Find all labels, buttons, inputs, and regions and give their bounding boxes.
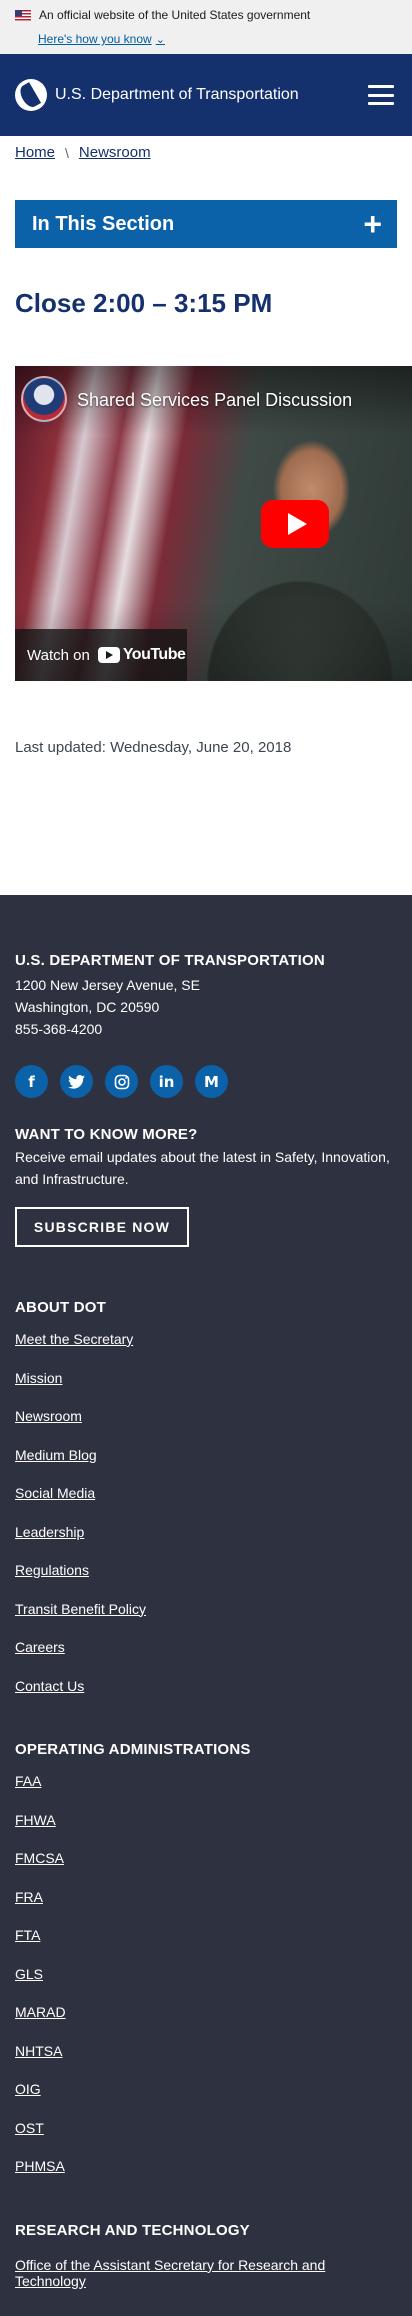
dot-logo-icon[interactable] xyxy=(15,79,47,111)
footer-link-meet-the-secretary[interactable]: Meet the Secretary xyxy=(15,1331,133,1347)
research-technology-links: Office of the Assistant Secretary for Re… xyxy=(15,2257,397,2291)
footer-link-ost-r[interactable]: Office of the Assistant Secretary for Re… xyxy=(15,2257,325,2289)
gov-banner: An official website of the United States… xyxy=(0,0,412,54)
about-dot-heading: ABOUT DOT xyxy=(15,1299,106,1316)
us-flag-icon xyxy=(15,9,31,21)
footer-link-newsroom[interactable]: Newsroom xyxy=(15,1408,82,1424)
twitter-icon[interactable] xyxy=(60,1065,93,1098)
youtube-logo-icon: YouTube xyxy=(97,646,186,664)
operating-administrations-heading: OPERATING ADMINISTRATIONS xyxy=(15,1741,251,1758)
official-website-text: An official website of the United States… xyxy=(39,8,311,22)
chevron-down-icon: ⌄ xyxy=(155,33,165,46)
about-dot-links: Meet the Secretary Mission Newsroom Medi… xyxy=(15,1331,397,1716)
list-item: OIG xyxy=(15,2081,397,2120)
list-item: Regulations xyxy=(15,1562,397,1601)
breadcrumb-newsroom[interactable]: Newsroom xyxy=(79,144,151,161)
list-item: Careers xyxy=(15,1639,397,1678)
video-title[interactable]: Shared Services Panel Discussion xyxy=(77,390,352,411)
address-line-2: Washington, DC 20590 xyxy=(15,999,160,1015)
list-item: Social Media xyxy=(15,1485,397,1524)
video-embed[interactable]: Shared Services Panel Discussion Watch o… xyxy=(15,366,412,681)
watch-on-label: Watch on xyxy=(27,646,90,664)
footer-link-contact-us[interactable]: Contact Us xyxy=(15,1678,84,1694)
how-you-know-link[interactable]: Here's how you know xyxy=(38,32,152,46)
last-updated: Last updated: Wednesday, June 20, 2018 xyxy=(15,739,292,756)
list-item: FMCSA xyxy=(15,1850,397,1889)
breadcrumb-home[interactable]: Home xyxy=(15,144,55,161)
footer-link-fhwa[interactable]: FHWA xyxy=(15,1812,56,1828)
how-you-know-toggle[interactable]: Here's how you know ⌄ xyxy=(15,32,397,46)
footer-link-medium-blog[interactable]: Medium Blog xyxy=(15,1447,97,1463)
want-to-know-heading: WANT TO KNOW MORE? xyxy=(15,1126,198,1143)
footer-link-ost[interactable]: OST xyxy=(15,2120,44,2136)
list-item: Transit Benefit Policy xyxy=(15,1601,397,1640)
address-line-1: 1200 New Jersey Avenue, SE xyxy=(15,977,200,993)
footer-link-marad[interactable]: MARAD xyxy=(15,2004,66,2020)
list-item: MARAD xyxy=(15,2004,397,2043)
footer-link-leadership[interactable]: Leadership xyxy=(15,1524,84,1540)
footer-dept-name: U.S. DEPARTMENT OF TRANSPORTATION xyxy=(15,952,325,969)
footer-link-regulations[interactable]: Regulations xyxy=(15,1562,89,1578)
footer-link-transit-benefit-policy[interactable]: Transit Benefit Policy xyxy=(15,1601,146,1617)
footer-link-social-media[interactable]: Social Media xyxy=(15,1485,95,1501)
footer-link-careers[interactable]: Careers xyxy=(15,1639,65,1655)
list-item: GLS xyxy=(15,1966,397,2005)
footer-link-fta[interactable]: FTA xyxy=(15,1927,40,1943)
list-item: FTA xyxy=(15,1927,397,1966)
breadcrumb: Home \ Newsroom xyxy=(0,136,412,162)
footer-link-fmcsa[interactable]: FMCSA xyxy=(15,1850,64,1866)
footer-link-phmsa[interactable]: PHMSA xyxy=(15,2158,65,2174)
operating-administrations-links: FAA FHWA FMCSA FRA FTA GLS MARAD NHTSA O… xyxy=(15,1773,397,2197)
social-links: f in M xyxy=(15,1065,397,1098)
list-item: PHMSA xyxy=(15,2158,397,2197)
want-to-know-text: Receive email updates about the latest i… xyxy=(15,1149,390,1187)
footer-link-mission[interactable]: Mission xyxy=(15,1370,62,1386)
subscribe-button[interactable]: SUBSCRIBE NOW xyxy=(15,1207,189,1247)
list-item: FHWA xyxy=(15,1812,397,1851)
list-item: FAA xyxy=(15,1773,397,1812)
in-this-section-toggle[interactable]: In This Section + xyxy=(15,200,397,248)
site-footer: U.S. DEPARTMENT OF TRANSPORTATION 1200 N… xyxy=(0,895,412,2316)
linkedin-icon[interactable]: in xyxy=(150,1065,183,1098)
list-item: Office of the Assistant Secretary for Re… xyxy=(15,2257,397,2291)
channel-avatar-icon[interactable] xyxy=(21,376,67,422)
research-technology-heading: RESEARCH AND TECHNOLOGY xyxy=(15,2221,250,2239)
play-button[interactable] xyxy=(261,500,329,548)
list-item: Contact Us xyxy=(15,1678,397,1717)
breadcrumb-separator: \ xyxy=(65,144,69,161)
youtube-label: YouTube xyxy=(122,646,186,663)
list-item: Newsroom xyxy=(15,1408,397,1447)
footer-link-gls[interactable]: GLS xyxy=(15,1966,43,1982)
instagram-icon[interactable] xyxy=(105,1065,138,1098)
list-item: Leadership xyxy=(15,1524,397,1563)
plus-icon: + xyxy=(363,206,382,242)
footer-link-nhtsa[interactable]: NHTSA xyxy=(15,2043,62,2059)
site-header: U.S. Department of Transportation xyxy=(0,54,412,136)
in-this-section-label: In This Section xyxy=(32,212,175,235)
phone-number[interactable]: 855-368-4200 xyxy=(15,1018,397,1040)
facebook-icon[interactable]: f xyxy=(15,1065,48,1098)
medium-icon[interactable]: M xyxy=(195,1065,228,1098)
list-item: OST xyxy=(15,2120,397,2159)
footer-link-faa[interactable]: FAA xyxy=(15,1773,41,1789)
list-item: NHTSA xyxy=(15,2043,397,2082)
footer-link-fra[interactable]: FRA xyxy=(15,1889,43,1905)
list-item: FRA xyxy=(15,1889,397,1928)
watch-on-youtube-button[interactable]: Watch on YouTube xyxy=(15,629,187,681)
page-title: Close 2:00 – 3:15 PM xyxy=(15,288,273,318)
list-item: Medium Blog xyxy=(15,1447,397,1486)
site-title[interactable]: U.S. Department of Transportation xyxy=(55,86,368,104)
menu-icon[interactable] xyxy=(368,85,394,105)
list-item: Meet the Secretary xyxy=(15,1331,397,1370)
footer-address: 1200 New Jersey Avenue, SE Washington, D… xyxy=(15,974,397,1040)
footer-link-oig[interactable]: OIG xyxy=(15,2081,41,2097)
list-item: Mission xyxy=(15,1370,397,1409)
